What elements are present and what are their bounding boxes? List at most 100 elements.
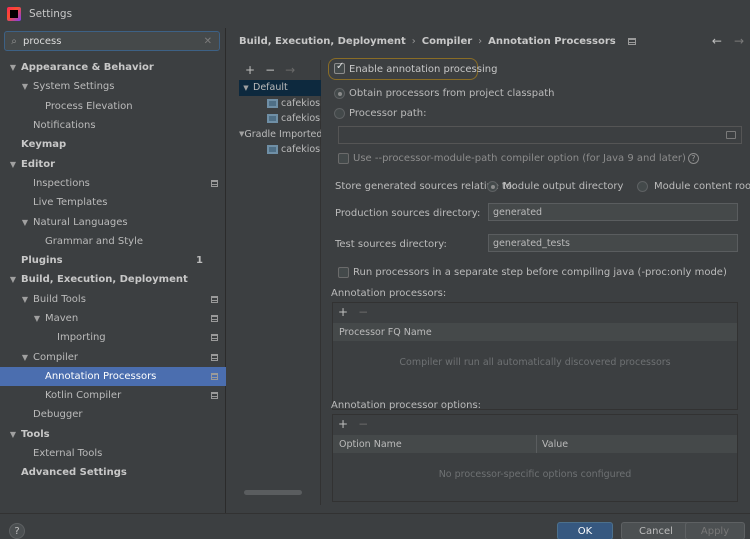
breadcrumb-item[interactable]: Compiler xyxy=(422,36,472,47)
apply-button[interactable]: Apply xyxy=(685,522,745,539)
tree-item[interactable]: External Tools xyxy=(0,444,226,463)
profile-tree-item[interactable]: cafekiosk xyxy=(239,111,321,127)
tree-item-label: Live Templates xyxy=(33,197,108,209)
enable-annotation-processing-checkbox[interactable] xyxy=(334,61,345,74)
chevron-down-icon[interactable]: ▼ xyxy=(8,430,18,439)
cancel-button[interactable]: Cancel xyxy=(621,522,691,539)
module-content-radio[interactable] xyxy=(637,181,648,192)
tree-item[interactable]: Process Elevation xyxy=(0,97,226,116)
tree-item[interactable]: Importing xyxy=(0,328,226,347)
project-settings-icon xyxy=(211,353,218,361)
chevron-down-icon[interactable]: ▼ xyxy=(239,84,253,92)
production-dir-input[interactable]: generated xyxy=(488,203,738,221)
options-table-header: Option Name Value xyxy=(333,435,737,453)
window-title: Settings xyxy=(29,8,73,20)
tree-item-label: Advanced Settings xyxy=(21,467,127,479)
processor-path-radio[interactable] xyxy=(334,108,345,119)
annotation-processors-title: Annotation processors: xyxy=(331,288,447,299)
module-output-label[interactable]: Module output directory xyxy=(503,181,623,192)
chevron-down-icon[interactable]: ▼ xyxy=(8,63,18,72)
forward-arrow-icon[interactable]: → xyxy=(734,34,744,48)
processor-options-title: Annotation processor options: xyxy=(331,400,482,411)
move-profile-icon[interactable]: → xyxy=(285,63,295,77)
profile-tree-item[interactable]: cafekiosk xyxy=(239,142,321,158)
chevron-down-icon[interactable]: ▼ xyxy=(20,353,30,362)
separate-step-label[interactable]: Run processors in a separate step before… xyxy=(353,267,727,278)
option-name-column[interactable]: Option Name xyxy=(333,439,536,450)
tree-item[interactable]: Inspections xyxy=(0,174,226,193)
module-path-label[interactable]: Use --processor-module-path compiler opt… xyxy=(353,153,699,164)
add-processor-icon[interactable]: + xyxy=(338,305,348,319)
enable-annotation-processing-label[interactable]: Enable annotation processing xyxy=(349,64,497,75)
profile-tree-item[interactable]: ▼ Gradle Imported xyxy=(239,127,321,143)
remove-processor-icon[interactable]: − xyxy=(358,305,368,319)
breadcrumb-item[interactable]: Build, Execution, Deployment xyxy=(239,36,406,47)
tree-item-label: Grammar and Style xyxy=(45,235,143,247)
chevron-down-icon[interactable]: ▼ xyxy=(20,82,30,91)
tree-item[interactable]: ▼ Build Tools xyxy=(0,290,226,309)
add-profile-icon[interactable]: + xyxy=(245,63,255,77)
tree-item[interactable]: ▼ Natural Languages xyxy=(0,212,226,231)
test-dir-input[interactable]: generated_tests xyxy=(488,234,738,252)
back-arrow-icon[interactable]: ← xyxy=(712,34,722,48)
tree-item[interactable]: Advanced Settings xyxy=(0,463,226,482)
tree-item[interactable]: ▼ Build, Execution, Deployment xyxy=(0,270,226,289)
breadcrumb-separator: › xyxy=(411,36,416,47)
chevron-down-icon[interactable]: ▼ xyxy=(20,295,30,304)
tree-item[interactable]: ▼ Editor xyxy=(0,154,226,173)
ok-button[interactable]: OK xyxy=(557,522,613,539)
chevron-down-icon[interactable]: ▼ xyxy=(20,218,30,227)
intellij-logo-icon xyxy=(7,7,21,21)
tree-item[interactable]: Kotlin Compiler xyxy=(0,386,226,405)
chevron-down-icon[interactable]: ▼ xyxy=(32,314,42,323)
search-icon: ⌕ xyxy=(11,35,17,47)
tree-item[interactable]: ▼ Appearance & Behavior xyxy=(0,58,226,77)
remove-profile-icon[interactable]: − xyxy=(265,63,275,77)
help-button[interactable]: ? xyxy=(9,523,25,539)
tree-item[interactable]: ▼ Maven xyxy=(0,309,226,328)
tree-item-label: Build, Execution, Deployment xyxy=(21,274,188,286)
project-settings-icon xyxy=(211,372,218,380)
search-input[interactable] xyxy=(23,35,193,47)
horizontal-scrollbar[interactable] xyxy=(244,490,302,495)
module-content-label[interactable]: Module content root xyxy=(654,181,750,192)
profile-tree-item[interactable]: cafekiosk xyxy=(239,96,321,112)
tree-item[interactable]: ▼ Compiler xyxy=(0,347,226,366)
close-icon[interactable]: ✕ xyxy=(204,36,212,47)
tree-item[interactable]: Notifications xyxy=(0,116,226,135)
processor-path-label[interactable]: Processor path: xyxy=(349,108,426,119)
tree-item[interactable]: Keymap xyxy=(0,135,226,154)
module-icon xyxy=(267,98,278,108)
module-output-radio[interactable] xyxy=(487,181,498,192)
settings-search[interactable]: ⌕ ✕ xyxy=(4,31,220,51)
processor-fq-name-column[interactable]: Processor FQ Name xyxy=(333,327,432,338)
add-option-icon[interactable]: + xyxy=(338,417,348,431)
profile-tree-item[interactable]: ▼ Default xyxy=(239,80,321,96)
folder-icon[interactable] xyxy=(726,131,736,139)
production-dir-label: Production sources directory: xyxy=(335,208,481,219)
separate-step-checkbox[interactable] xyxy=(338,267,349,278)
tree-item[interactable]: ▼ System Settings xyxy=(0,77,226,96)
tree-item[interactable]: Grammar and Style xyxy=(0,232,226,251)
chevron-down-icon[interactable]: ▼ xyxy=(8,275,18,284)
tree-item[interactable]: Debugger xyxy=(0,405,226,424)
annotation-processors-table: + − Processor FQ Name Compiler will run … xyxy=(332,302,738,410)
value-column[interactable]: Value xyxy=(536,439,568,450)
help-icon[interactable]: ? xyxy=(687,153,699,164)
tree-item-label: Annotation Processors xyxy=(45,370,157,382)
tree-item[interactable]: Plugins 1 xyxy=(0,251,226,270)
settings-content: Build, Execution, Deployment › Compiler … xyxy=(227,28,750,513)
module-path-checkbox[interactable] xyxy=(338,153,349,164)
tree-item[interactable]: Annotation Processors xyxy=(0,366,226,387)
tree-item[interactable]: ▼ Tools xyxy=(0,425,226,444)
obtain-from-classpath-label[interactable]: Obtain processors from project classpath xyxy=(349,88,555,99)
remove-option-icon[interactable]: − xyxy=(358,417,368,431)
tree-item[interactable]: Live Templates xyxy=(0,193,226,212)
obtain-from-classpath-radio[interactable] xyxy=(334,88,345,99)
chevron-down-icon[interactable]: ▼ xyxy=(8,160,18,169)
options-toolbar: + − xyxy=(338,415,368,433)
tree-item-label: Natural Languages xyxy=(33,216,128,228)
column-divider[interactable] xyxy=(536,435,537,453)
tree-item-label: Inspections xyxy=(33,177,90,189)
processor-path-field[interactable] xyxy=(338,126,742,144)
